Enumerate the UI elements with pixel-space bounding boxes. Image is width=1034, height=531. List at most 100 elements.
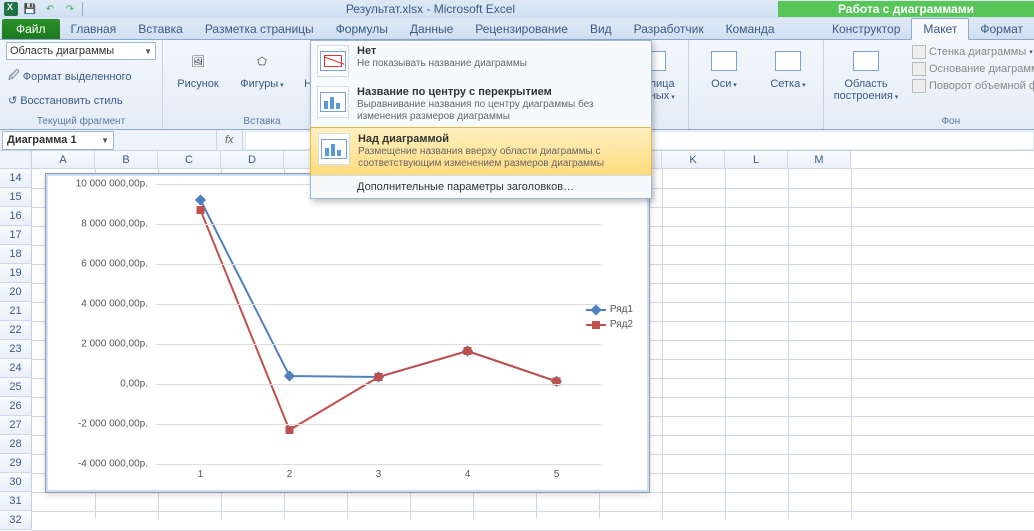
tab-review[interactable]: Рецензирование	[464, 19, 579, 39]
row-header[interactable]: 24	[0, 359, 32, 378]
row-header[interactable]: 32	[0, 511, 32, 530]
column-header[interactable]: M	[788, 151, 851, 168]
row-headers: 14151617181920212223242526272829303132	[0, 169, 32, 530]
column-header[interactable]: D	[221, 151, 284, 168]
tab-team[interactable]: Команда	[715, 19, 786, 39]
save-icon[interactable]: 💾	[22, 1, 38, 17]
shapes-icon: ⬠	[246, 45, 278, 77]
dropdown-item-none[interactable]: НетНе показывать название диаграммы	[311, 41, 651, 82]
plot-area-button[interactable]: Область построения ▾	[830, 42, 902, 107]
axes-icon	[708, 45, 740, 77]
tab-chart-layout[interactable]: Макет	[911, 18, 969, 40]
chart-wall-icon	[912, 45, 926, 59]
dropdown-item-overlay-desc: Выравнивание названия по центру диаграмм…	[357, 99, 645, 123]
axes-button[interactable]: Оси ▾	[695, 42, 753, 95]
row-header[interactable]: 28	[0, 435, 32, 454]
column-header[interactable]: B	[95, 151, 158, 168]
chart-legend: Ряд1Ряд2	[586, 304, 633, 334]
undo-icon[interactable]: ↶	[42, 1, 58, 17]
row-header[interactable]: 20	[0, 283, 32, 302]
chart-title-dropdown: НетНе показывать название диаграммы Назв…	[310, 40, 652, 199]
chart-floor-label: Основание диаграммы	[929, 63, 1034, 75]
none-icon	[317, 45, 349, 77]
tab-home[interactable]: Главная	[60, 19, 128, 39]
select-all-corner[interactable]	[0, 151, 32, 168]
tab-developer[interactable]: Разработчик	[623, 19, 715, 39]
dropdown-item-overlay[interactable]: Название по центру с перекрытиемВыравнив…	[311, 82, 651, 128]
tab-data[interactable]: Данные	[399, 19, 464, 39]
dropdown-item-overlay-title: Название по центру с перекрытием	[357, 86, 645, 98]
group-axes: Оси ▾ Сетка ▾	[689, 40, 824, 129]
row-header[interactable]: 21	[0, 302, 32, 321]
ribbon: Область диаграммы ▼ 🖉 Формат выделенного…	[0, 40, 1034, 130]
tab-formulas[interactable]: Формулы	[325, 19, 399, 39]
chart-tools-contextual-tab: Работа с диаграммами	[778, 1, 1034, 17]
insert-picture-button[interactable]: 🖼 Рисунок	[169, 42, 227, 93]
rotation-label: Поворот объемной фигуры	[929, 80, 1034, 92]
dropdown-item-above[interactable]: Над диаграммойРазмещение названия вверху…	[310, 127, 652, 176]
row-header[interactable]: 25	[0, 378, 32, 397]
picture-icon: 🖼	[182, 45, 214, 77]
dropdown-item-above-title: Над диаграммой	[358, 133, 644, 145]
window-title: Результат.xlsx - Microsoft Excel	[83, 2, 778, 16]
reset-style-label: Восстановить стиль	[20, 95, 122, 107]
gridlines-label: Сетка	[770, 78, 800, 90]
row-header[interactable]: 15	[0, 188, 32, 207]
chart-element-combo-value: Область диаграммы	[10, 45, 114, 57]
column-header[interactable]: C	[158, 151, 221, 168]
tab-page-layout[interactable]: Разметка страницы	[194, 19, 325, 39]
column-header[interactable]: A	[32, 151, 95, 168]
dropdown-item-none-title: Нет	[357, 45, 527, 57]
dropdown-more-options[interactable]: Дополнительные параметры заголовков…	[311, 175, 651, 198]
group-label-axes	[695, 115, 817, 129]
redo-icon[interactable]: ↷	[62, 1, 78, 17]
tab-chart-format[interactable]: Формат	[969, 19, 1034, 39]
row-header[interactable]: 29	[0, 454, 32, 473]
above-icon	[318, 133, 350, 165]
file-tab[interactable]: Файл	[2, 19, 60, 39]
dropdown-item-above-desc: Размещение названия вверху области диагр…	[358, 146, 644, 170]
row-header[interactable]: 19	[0, 264, 32, 283]
row-header[interactable]: 18	[0, 245, 32, 264]
axes-label: Оси	[711, 78, 731, 90]
format-selection-button[interactable]: 🖉 Формат выделенного	[6, 66, 133, 87]
gridlines-icon	[772, 45, 804, 77]
chart-floor-button: Основание диаграммы ▾	[908, 61, 1034, 77]
name-box[interactable]: Диаграмма 1 ▼	[2, 131, 114, 150]
column-header[interactable]: K	[662, 151, 725, 168]
reset-style-icon: ↺	[8, 94, 17, 107]
fx-icon[interactable]: fx	[216, 130, 243, 150]
row-header[interactable]: 17	[0, 226, 32, 245]
plot-area	[156, 184, 601, 464]
rotation-icon	[912, 79, 926, 93]
title-bar: 💾 ↶ ↷ Результат.xlsx - Microsoft Excel Р…	[0, 0, 1034, 18]
row-header[interactable]: 30	[0, 473, 32, 492]
embedded-chart[interactable]: -4 000 000,00р.-2 000 000,00р.0,00р.2 00…	[45, 173, 650, 493]
format-selection-label: Формат выделенного	[23, 71, 132, 83]
column-header[interactable]: L	[725, 151, 788, 168]
chart-element-combo[interactable]: Область диаграммы ▼	[6, 42, 156, 60]
row-header[interactable]: 23	[0, 340, 32, 359]
tab-view[interactable]: Вид	[579, 19, 623, 39]
plot-area-label: Область построения	[834, 78, 893, 102]
row-header[interactable]: 14	[0, 169, 32, 188]
tab-insert[interactable]: Вставка	[127, 19, 194, 39]
row-header[interactable]: 22	[0, 321, 32, 340]
insert-shapes-label: Фигуры	[240, 78, 278, 90]
format-selection-icon: 🖉	[8, 67, 20, 86]
gridlines-button[interactable]: Сетка ▾	[759, 42, 817, 95]
row-header[interactable]: 27	[0, 416, 32, 435]
group-label-current: Текущий фрагмент	[6, 115, 156, 129]
row-header[interactable]: 26	[0, 397, 32, 416]
row-header[interactable]: 31	[0, 492, 32, 511]
chevron-down-icon: ▼	[101, 136, 109, 145]
row-header[interactable]: 16	[0, 207, 32, 226]
quick-access-toolbar: 💾 ↶ ↷	[0, 1, 83, 17]
reset-style-button[interactable]: ↺ Восстановить стиль	[6, 93, 125, 108]
group-label-background: Фон	[830, 115, 1034, 129]
chart-wall-label: Стенка диаграммы	[929, 46, 1026, 58]
name-box-value: Диаграмма 1	[7, 134, 77, 146]
insert-shapes-button[interactable]: ⬠ Фигуры ▾	[233, 42, 291, 95]
excel-icon	[4, 2, 18, 16]
tab-chart-design[interactable]: Конструктор	[821, 19, 911, 39]
